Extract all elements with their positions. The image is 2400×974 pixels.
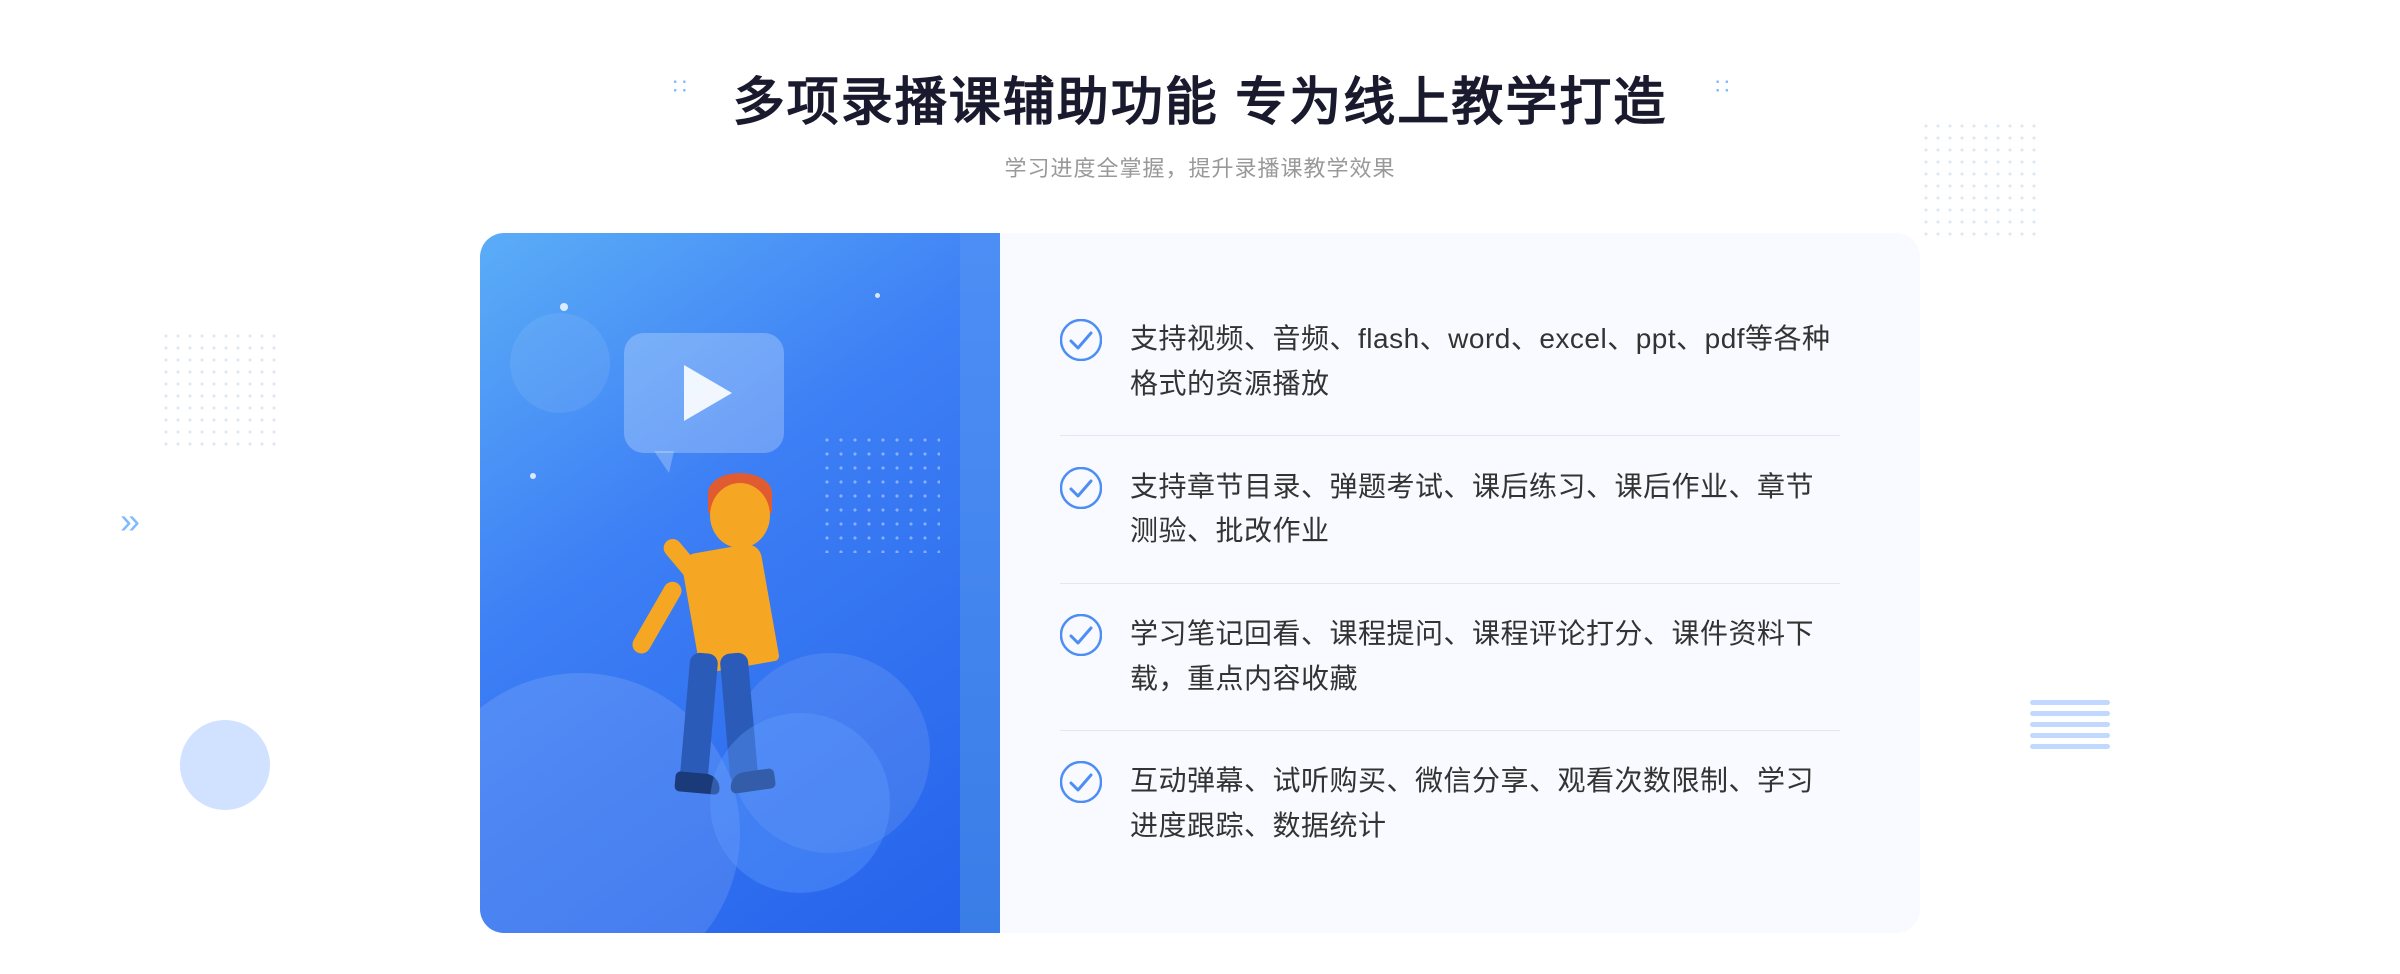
- content-area: 支持视频、音频、flash、word、excel、ppt、pdf等各种格式的资源…: [480, 233, 1920, 933]
- main-title: 多项录播课辅助功能 专为线上教学打造: [733, 60, 1667, 135]
- stripe-line-1: [2030, 700, 2110, 705]
- play-bubble: [624, 333, 784, 453]
- feature-text-2: 支持章节目录、弹题考试、课后练习、课后作业、章节测验、批改作业: [1130, 465, 1840, 555]
- feature-item-3: 学习笔记回看、课程提问、课程评论打分、课件资料下载，重点内容收藏: [1060, 592, 1840, 722]
- check-icon-2: [1060, 467, 1102, 509]
- dot-pattern-right: [1920, 120, 2040, 240]
- feature-item-1: 支持视频、音频、flash、word、excel、ppt、pdf等各种格式的资源…: [1060, 297, 1840, 427]
- illus-circle-small: [510, 313, 610, 413]
- sparkle-3: [530, 473, 536, 479]
- divider-2: [1060, 583, 1840, 584]
- figure-illustration: [580, 453, 860, 933]
- illustration-panel: [480, 233, 960, 933]
- play-triangle-icon: [684, 365, 732, 421]
- stripe-line-3: [2030, 722, 2110, 727]
- page-wrapper: » ∷ 多项录播课辅助功能 专为线上教学打造 ∷ 学习进度全掌握，提升录播课教学…: [0, 0, 2400, 974]
- header-dots-right: ∷: [1715, 74, 1727, 100]
- subtitle: 学习进度全掌握，提升录播课教学效果: [733, 151, 1667, 183]
- divider-1: [1060, 435, 1840, 436]
- sparkle-2: [875, 293, 880, 298]
- header-dots-left: ∷: [673, 74, 685, 100]
- divider-3: [1060, 730, 1840, 731]
- blue-circle-small-left: [180, 720, 270, 810]
- check-icon-4: [1060, 761, 1102, 803]
- feature-item-2: 支持章节目录、弹题考试、课后练习、课后作业、章节测验、批改作业: [1060, 445, 1840, 575]
- features-panel: 支持视频、音频、flash、word、excel、ppt、pdf等各种格式的资源…: [960, 233, 1920, 933]
- feature-text-1: 支持视频、音频、flash、word、excel、ppt、pdf等各种格式的资源…: [1130, 317, 1840, 407]
- blue-circle-deco: [710, 713, 890, 893]
- blue-accent-bar: [960, 233, 1000, 933]
- header-section: ∷ 多项录播课辅助功能 专为线上教学打造 ∷ 学习进度全掌握，提升录播课教学效果: [733, 60, 1667, 183]
- sparkle-1: [560, 303, 568, 311]
- fig-arm-left: [629, 579, 685, 657]
- feature-item-4: 互动弹幕、试听购买、微信分享、观看次数限制、学习进度跟踪、数据统计: [1060, 739, 1840, 869]
- stripe-line-5: [2030, 744, 2110, 749]
- check-icon-3: [1060, 614, 1102, 656]
- chevron-left-icon: »: [120, 500, 140, 542]
- stripe-line-4: [2030, 733, 2110, 738]
- stripe-deco: [2030, 700, 2110, 800]
- stripe-line-2: [2030, 711, 2110, 716]
- fig-leg-left: [679, 652, 718, 784]
- feature-text-3: 学习笔记回看、课程提问、课程评论打分、课件资料下载，重点内容收藏: [1130, 612, 1840, 702]
- dot-pattern-left: [160, 330, 280, 450]
- check-icon-1: [1060, 319, 1102, 361]
- fig-head: [710, 483, 770, 548]
- feature-text-4: 互动弹幕、试听购买、微信分享、观看次数限制、学习进度跟踪、数据统计: [1130, 759, 1840, 849]
